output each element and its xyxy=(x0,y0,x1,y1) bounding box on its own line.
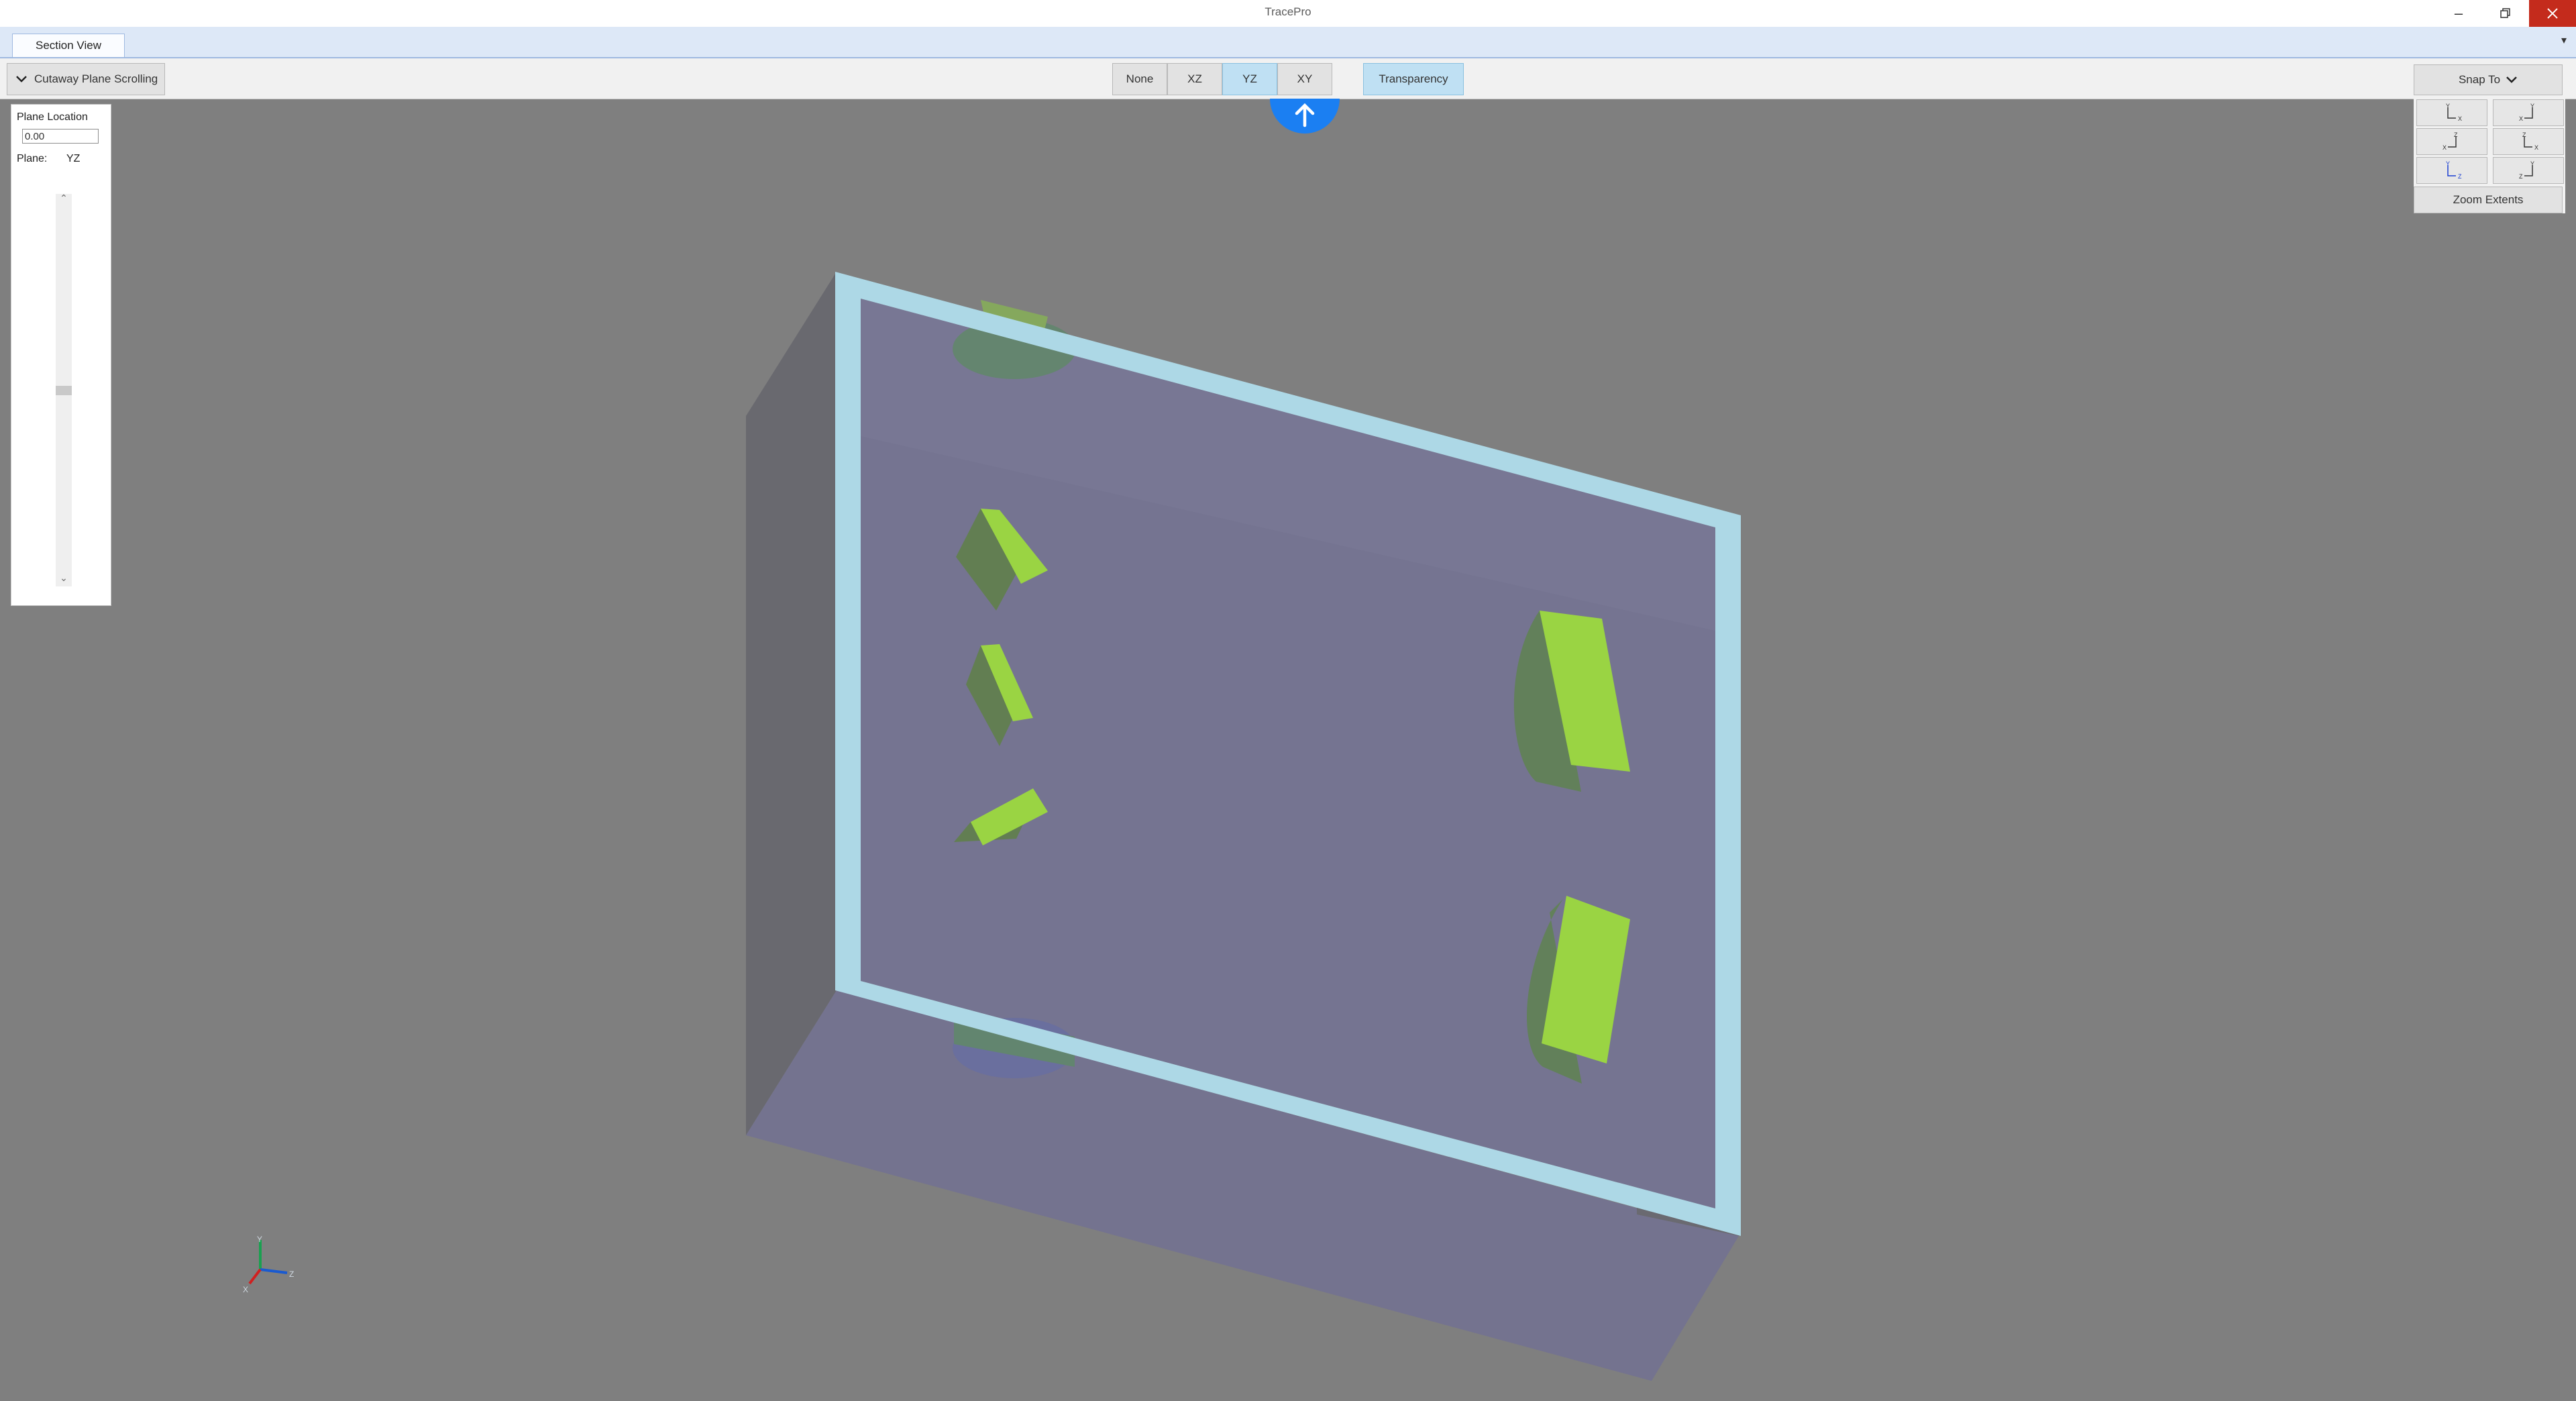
snap-to-label: Snap To xyxy=(2458,73,2501,86)
snap-view-button-2[interactable]: YX xyxy=(2493,99,2564,126)
plane-location-label: Plane Location xyxy=(17,111,88,123)
chevron-down-icon xyxy=(2506,76,2517,83)
plane-location-input[interactable] xyxy=(22,129,99,144)
plane-none-button[interactable]: None xyxy=(1112,63,1167,95)
transparency-button[interactable]: Transparency xyxy=(1363,63,1464,95)
plane-xz-button[interactable]: XZ xyxy=(1167,63,1222,95)
axis-z-label: Z xyxy=(289,1269,294,1279)
title-bar: TracePro – xyxy=(0,0,2576,27)
section-toolbar: Cutaway Plane Scrolling None XZ YZ XY Tr… xyxy=(0,58,2576,99)
svg-text:Z: Z xyxy=(2458,173,2462,180)
snap-view-button-5[interactable]: YZ xyxy=(2416,157,2487,184)
axis-y-label: Y xyxy=(257,1235,262,1244)
axis-triad: Y Z X xyxy=(243,1235,294,1294)
axis-orientation-icon: YX xyxy=(2519,103,2534,122)
axis-orientation-icon: YZ xyxy=(2446,161,2462,180)
cutaway-label: Cutaway Plane Scrolling xyxy=(34,72,158,85)
section-view-canvas[interactable]: Y Z X xyxy=(0,99,2576,1401)
snap-view-button-6[interactable]: YZ xyxy=(2493,157,2564,184)
slider-up-arrow-icon[interactable]: ⌃ xyxy=(56,193,72,204)
svg-text:Y: Y xyxy=(2530,103,2534,109)
snap-to-panel: Snap To YXYXZXZXYZYZ Zoom Extents xyxy=(2414,63,2565,213)
chevron-down-icon: ▾ xyxy=(2561,35,2567,46)
svg-text:X: X xyxy=(2443,144,2447,151)
slider-thumb[interactable] xyxy=(56,385,72,395)
tab-strip: Section View ▾ xyxy=(0,27,2576,58)
svg-text:X: X xyxy=(2458,115,2462,122)
svg-text:Z: Z xyxy=(2522,132,2526,138)
close-button[interactable] xyxy=(2529,0,2576,27)
plane-location-slider[interactable]: ⌃ ⌄ xyxy=(56,193,72,586)
snap-view-button-4[interactable]: ZX xyxy=(2493,128,2564,155)
svg-text:X: X xyxy=(2534,144,2538,151)
axis-orientation-icon: YX xyxy=(2446,103,2462,122)
chevron-down-icon xyxy=(16,76,27,83)
snap-view-button-1[interactable]: YX xyxy=(2416,99,2487,126)
plane-yz-button[interactable]: YZ xyxy=(1222,63,1277,95)
snap-to-dropdown[interactable]: Snap To xyxy=(2414,64,2563,95)
plane-value: YZ xyxy=(66,153,80,164)
tab-list-dropdown[interactable]: ▾ xyxy=(2561,34,2567,47)
restore-button[interactable] xyxy=(2482,0,2529,27)
svg-text:Z: Z xyxy=(2454,132,2458,138)
window-title: TracePro xyxy=(1265,5,1311,18)
tab-section-view[interactable]: Section View xyxy=(12,34,125,57)
axis-x-label: X xyxy=(243,1285,248,1294)
svg-text:Y: Y xyxy=(2446,161,2450,167)
plane-xy-button[interactable]: XY xyxy=(1277,63,1332,95)
restore-icon xyxy=(2500,8,2510,18)
box-left-side-face xyxy=(746,272,837,1135)
axis-orientation-icon: ZX xyxy=(2522,132,2538,151)
minimize-icon: – xyxy=(2454,5,2463,21)
zoom-extents-button[interactable]: Zoom Extents xyxy=(2414,187,2563,213)
svg-text:X: X xyxy=(2519,115,2523,122)
svg-text:Y: Y xyxy=(2446,103,2450,109)
cutaway-plane-scrolling-toggle[interactable]: Cutaway Plane Scrolling xyxy=(7,63,165,95)
slider-down-arrow-icon[interactable]: ⌄ xyxy=(56,572,72,584)
arrow-up-icon xyxy=(1295,103,1315,127)
axis-orientation-icon: ZX xyxy=(2443,132,2458,151)
plane-location-panel: Plane Location Plane: YZ ⌃ ⌄ xyxy=(11,104,111,606)
snap-view-button-3[interactable]: ZX xyxy=(2416,128,2487,155)
close-icon xyxy=(2547,8,2558,19)
plane-label: Plane: xyxy=(17,153,48,164)
minimize-button[interactable]: – xyxy=(2435,0,2482,27)
svg-text:Y: Y xyxy=(2530,161,2534,167)
svg-text:Z: Z xyxy=(2519,173,2523,180)
axis-orientation-icon: YZ xyxy=(2519,161,2534,180)
